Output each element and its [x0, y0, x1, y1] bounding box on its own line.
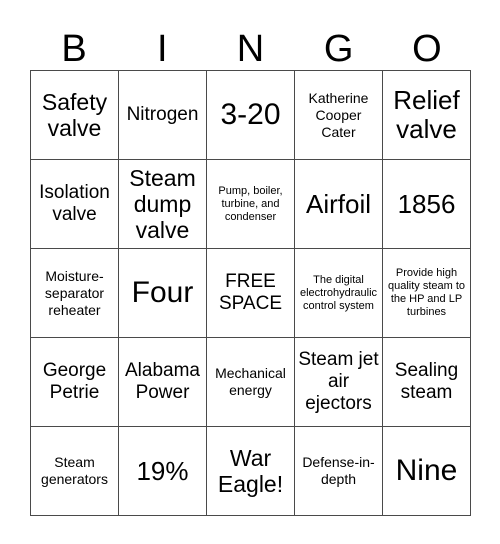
bingo-cell-label: Nine [395, 454, 458, 487]
bingo-cell-label: War Eagle! [217, 445, 284, 497]
bingo-cell-b4[interactable]: George Petrie [31, 338, 119, 427]
bingo-cell-n4[interactable]: Mechanical energy [207, 338, 295, 427]
bingo-cell-b5[interactable]: Steam generators [31, 427, 119, 516]
bingo-cell-n5[interactable]: War Eagle! [207, 427, 295, 516]
header-letter-g: G [323, 28, 354, 70]
bingo-card: B I N G O Safety valve Nitrogen 3-20 Kat… [0, 0, 500, 544]
bingo-cell-b1[interactable]: Safety valve [31, 71, 119, 160]
bingo-cell-o4[interactable]: Sealing steam [383, 338, 471, 427]
bingo-cell-label: Sealing steam [394, 360, 459, 403]
bingo-cell-g1[interactable]: Katherine Cooper Cater [295, 71, 383, 160]
bingo-cell-g5[interactable]: Defense-in-depth [295, 427, 383, 516]
bingo-cell-g4[interactable]: Steam jet air ejectors [295, 338, 383, 427]
bingo-cell-label: The digital electrohydraulic control sys… [299, 273, 378, 312]
bingo-cell-o5[interactable]: Nine [383, 427, 471, 516]
header-letter-i: I [157, 28, 168, 70]
bingo-cell-label: 1856 [397, 188, 456, 219]
bingo-cell-i1[interactable]: Nitrogen [119, 71, 207, 160]
bingo-cell-g2[interactable]: Airfoil [295, 160, 383, 249]
bingo-cell-label: Safety valve [41, 89, 108, 141]
bingo-cell-i5[interactable]: 19% [119, 427, 207, 516]
bingo-cell-n1[interactable]: 3-20 [207, 71, 295, 160]
bingo-cell-label: Isolation valve [39, 182, 110, 225]
bingo-cell-i2[interactable]: Steam dump valve [119, 160, 207, 249]
bingo-cell-label: Steam generators [41, 454, 108, 487]
header-letter-o: O [412, 28, 442, 70]
header-letter-n: N [236, 28, 265, 70]
bingo-cell-g3[interactable]: The digital electrohydraulic control sys… [295, 249, 383, 338]
bingo-cell-label: 3-20 [220, 98, 281, 131]
bingo-cell-label: Mechanical energy [215, 365, 286, 398]
bingo-cell-label: Relief valve [393, 85, 460, 144]
bingo-cell-label: Pump, boiler, turbine, and condenser [218, 184, 283, 223]
header-letter-b: B [61, 28, 87, 70]
bingo-cell-o1[interactable]: Relief valve [383, 71, 471, 160]
bingo-cell-b3[interactable]: Moisture-separator reheater [31, 249, 119, 338]
bingo-cell-label: Moisture-separator reheater [44, 267, 105, 318]
bingo-header: B I N G O [30, 18, 471, 70]
bingo-cell-i4[interactable]: Alabama Power [119, 338, 207, 427]
bingo-cell-label: Katherine Cooper Cater [308, 89, 369, 140]
bingo-cell-label: Alabama Power [125, 360, 200, 403]
bingo-cell-label: Steam dump valve [129, 165, 196, 243]
bingo-cell-label: Steam jet air ejectors [298, 349, 379, 414]
bingo-grid: Safety valve Nitrogen 3-20 Katherine Coo… [30, 70, 471, 516]
bingo-cell-label: Four [131, 276, 194, 309]
bingo-cell-o2[interactable]: 1856 [383, 160, 471, 249]
bingo-cell-b2[interactable]: Isolation valve [31, 160, 119, 249]
bingo-cell-n2[interactable]: Pump, boiler, turbine, and condenser [207, 160, 295, 249]
bingo-cell-label: FREE SPACE [218, 271, 282, 314]
bingo-cell-o3[interactable]: Provide high quality steam to the HP and… [383, 249, 471, 338]
bingo-cell-label: Airfoil [305, 188, 371, 219]
bingo-cell-label: Defense-in-depth [302, 454, 375, 487]
bingo-cell-label: Provide high quality steam to the HP and… [387, 267, 466, 318]
bingo-cell-label: Nitrogen [126, 104, 199, 125]
bingo-cell-free-space[interactable]: FREE SPACE [207, 249, 295, 338]
bingo-cell-i3[interactable]: Four [119, 249, 207, 338]
bingo-cell-label: 19% [136, 455, 189, 486]
bingo-cell-label: George Petrie [42, 360, 107, 403]
